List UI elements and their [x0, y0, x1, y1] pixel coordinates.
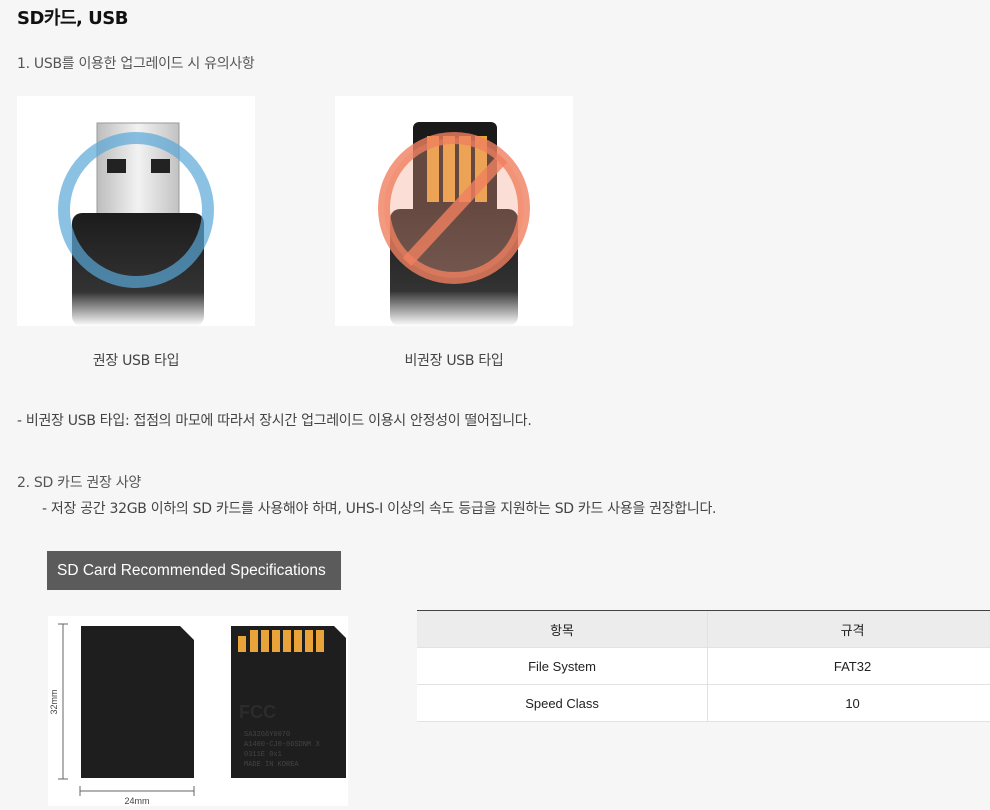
section2-description: - 저장 공간 32GB 이하의 SD 카드를 사용해야 하며, UHS-I 이…	[42, 501, 717, 517]
recommended-usb-caption: 권장 USB 타입	[92, 353, 180, 369]
sd-card-image: 32mm 24mm FCC SA32G6Y0070 A1400-CJ0-06SD…	[48, 616, 348, 806]
section2-heading: 2. SD 카드 권장 사양	[17, 475, 141, 491]
recommended-usb-icon	[58, 122, 214, 326]
section1-heading: 1. USB를 이용한 업그레이드 시 유의사항	[17, 56, 255, 72]
table-header-row: 항목 규격	[417, 610, 990, 648]
table-cell: 10	[707, 684, 990, 722]
fcc-mark: FCC	[239, 702, 276, 722]
card-line-4: MADE IN KOREA	[244, 761, 299, 769]
width-label: 24mm	[124, 796, 149, 806]
table-header-spec: 규격	[707, 610, 990, 648]
not-recommended-usb-icon	[378, 122, 530, 326]
height-label: 32mm	[49, 689, 59, 714]
recommended-usb-image	[17, 96, 255, 326]
table-cell: Speed Class	[417, 684, 708, 722]
spec-badge: SD Card Recommended Specifications	[47, 551, 341, 590]
not-recommended-usb-caption: 비권장 USB 타입	[404, 353, 504, 369]
usb-note: - 비권장 USB 타입: 접점의 마모에 따라서 장시간 업그레이드 이용시 …	[17, 413, 532, 429]
card-line-1: SA32G6Y0070	[244, 731, 290, 739]
spec-table: 항목 규격 File System FAT32 Speed Class 10	[417, 610, 990, 722]
card-line-3: 0311E 0x1	[244, 751, 282, 759]
card-line-2: A1400-CJ0-06SDNM 3	[244, 741, 320, 749]
not-recommended-usb-image	[335, 96, 573, 326]
table-row: Speed Class 10	[417, 684, 990, 722]
table-header-item: 항목	[417, 610, 708, 648]
sd-card-icon: 32mm 24mm FCC SA32G6Y0070 A1400-CJ0-06SD…	[49, 623, 346, 806]
table-cell: File System	[417, 647, 708, 685]
page-title: SD카드, USB	[17, 8, 128, 29]
table-row: File System FAT32	[417, 647, 990, 685]
table-cell: FAT32	[707, 647, 990, 685]
